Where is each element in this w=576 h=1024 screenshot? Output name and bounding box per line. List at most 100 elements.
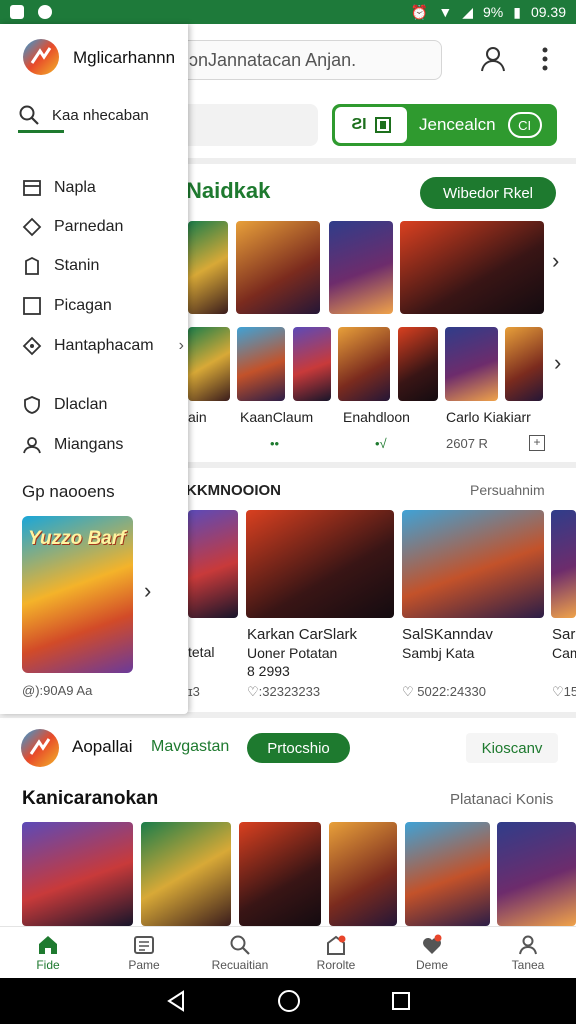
nav-item-deme[interactable]: Deme	[384, 927, 480, 978]
card-title[interactable]: Sar	[552, 626, 575, 643]
game-thumbnail[interactable]	[505, 327, 543, 401]
promo-action-button[interactable]: Prtocshio	[247, 733, 350, 763]
home-icon	[39, 935, 57, 954]
chevron-right-icon[interactable]: ›	[552, 248, 559, 274]
game-caption: KaanClaum	[240, 409, 314, 425]
search-bar[interactable]: ɔnJannatacan Anjan.	[176, 40, 442, 80]
search-placeholder: ɔnJannatacan Anjan.	[189, 49, 357, 70]
card-rating: ♡ 5022:24330	[402, 684, 486, 699]
section-link[interactable]: Persuahnim	[470, 482, 545, 498]
home-button-icon[interactable]	[277, 989, 301, 1013]
wifi-icon: ▼	[438, 4, 453, 20]
more-options-icon[interactable]	[535, 44, 555, 74]
toggle-segment[interactable]: ƧI	[335, 107, 407, 143]
nav-item-search[interactable]: Recuaitian	[192, 927, 288, 978]
tag-icon	[22, 336, 42, 356]
drawer-item-parnedan[interactable]: Parnedan	[22, 215, 182, 239]
nav-item-pame[interactable]: Pame	[96, 927, 192, 978]
game-thumbnail[interactable]	[497, 822, 576, 926]
game-thumbnail[interactable]	[445, 327, 498, 401]
promo-nav-link[interactable]: Mavgastan	[151, 738, 229, 756]
chevron-right-icon: ›	[178, 337, 184, 354]
game-thumbnail[interactable]	[400, 221, 544, 314]
game-card-image[interactable]	[551, 510, 576, 618]
secondary-search-field[interactable]	[176, 104, 318, 146]
game-thumbnail[interactable]	[188, 327, 230, 401]
drawer-item-napla[interactable]: Napla	[22, 176, 182, 200]
badge-icon	[423, 934, 442, 954]
card-rating: ɪ3	[188, 684, 200, 699]
drawer-search-value: Kaa nhecaban	[52, 106, 149, 124]
drawer-item-hantaphacam[interactable]: Hantaphacam ›	[22, 334, 184, 358]
card-line: tetal	[188, 644, 215, 660]
square-icon	[23, 297, 41, 315]
drawer-item-picagan[interactable]: Picagan	[22, 294, 182, 318]
nav-item-profile[interactable]: Tanea	[480, 927, 576, 978]
game-thumbnail[interactable]	[293, 327, 331, 401]
promo-app-name: Aopallai	[72, 737, 133, 756]
chevron-right-icon[interactable]: ›	[144, 578, 151, 604]
shield-icon	[24, 396, 40, 414]
drawer-item-stanin[interactable]: Stanin	[22, 254, 182, 278]
card-rating: ♡15	[552, 684, 576, 699]
game-caption: Carlo Kiakiarr	[446, 409, 531, 425]
promo-secondary-button[interactable]: Kioscanv	[466, 733, 558, 763]
card-rating: ♡:32323233	[247, 684, 321, 699]
toggle-pill[interactable]: CI	[507, 112, 542, 138]
card-title[interactable]: SalSKanndav	[402, 626, 493, 643]
nav-item-home[interactable]: Fide	[0, 927, 96, 978]
drawer-item-dlaclan[interactable]: Dlaclan	[22, 393, 182, 417]
game-thumbnail[interactable]	[329, 822, 397, 926]
back-icon[interactable]	[165, 990, 187, 1012]
app-notification-icon	[38, 5, 52, 19]
game-thumbnail[interactable]	[188, 221, 228, 314]
game-thumbnail[interactable]	[22, 822, 133, 926]
signal-icon: ◢	[462, 3, 473, 20]
battery-percent: 9%	[483, 4, 504, 20]
card-title[interactable]: Karkan CarSlark	[247, 626, 357, 643]
card-subtitle: Uoner Potatan	[247, 645, 338, 661]
drawer-search-field[interactable]: Kaa nhecaban	[18, 100, 170, 130]
system-navigation-bar	[0, 978, 576, 1024]
store-icon	[327, 935, 346, 955]
search-icon	[230, 935, 250, 955]
user-icon	[519, 935, 537, 954]
game-card-image[interactable]	[246, 510, 394, 618]
document-icon	[134, 935, 154, 954]
profile-icon[interactable]	[478, 44, 508, 74]
notification-icon	[10, 5, 24, 19]
game-thumbnail[interactable]	[405, 822, 490, 926]
nav-item-store[interactable]: Rorolte	[288, 927, 384, 978]
chevron-right-icon[interactable]: ›	[554, 350, 561, 376]
app-logo-icon	[23, 39, 59, 75]
game-card-image[interactable]	[188, 510, 238, 618]
drawer-section-title: Gp naooens	[22, 482, 115, 501]
bottom-navigation: Fide Pame Recuaitian Rorolte Deme Tanea	[0, 926, 576, 978]
filter-toggle[interactable]: ƧI Jencealcn CI	[332, 104, 557, 146]
add-icon[interactable]: +	[529, 435, 545, 451]
game-thumbnail[interactable]	[236, 221, 320, 314]
game-thumbnail[interactable]	[237, 327, 285, 401]
battery-icon: ▮	[513, 3, 521, 20]
game-caption: ain	[188, 409, 207, 425]
card-subtitle: Sambj Kata	[402, 645, 475, 661]
section-title: Kanicaranokan	[22, 788, 159, 809]
status-left	[10, 5, 52, 19]
drawer-footer: @):90A9 Aa	[22, 683, 93, 698]
recents-icon[interactable]	[391, 991, 411, 1011]
drawer-item-miangans[interactable]: Miangans	[22, 433, 182, 457]
featured-game-title: Yuzzo Barf	[28, 528, 126, 549]
game-meta: ••	[270, 436, 280, 451]
game-thumbnail[interactable]	[239, 822, 321, 926]
search-icon	[19, 105, 39, 125]
game-meta: •√	[375, 436, 387, 451]
game-thumbnail[interactable]	[329, 221, 393, 314]
section-title: Naidkak	[186, 178, 271, 203]
game-thumbnail[interactable]	[398, 327, 438, 401]
bookmark-icon	[25, 256, 39, 275]
game-card-image[interactable]	[402, 510, 544, 618]
section-action-button[interactable]: Wibedor Rkel	[420, 177, 556, 209]
section-link[interactable]: Platanaci Konis	[450, 791, 553, 808]
game-thumbnail[interactable]	[338, 327, 390, 401]
game-thumbnail[interactable]	[141, 822, 231, 926]
